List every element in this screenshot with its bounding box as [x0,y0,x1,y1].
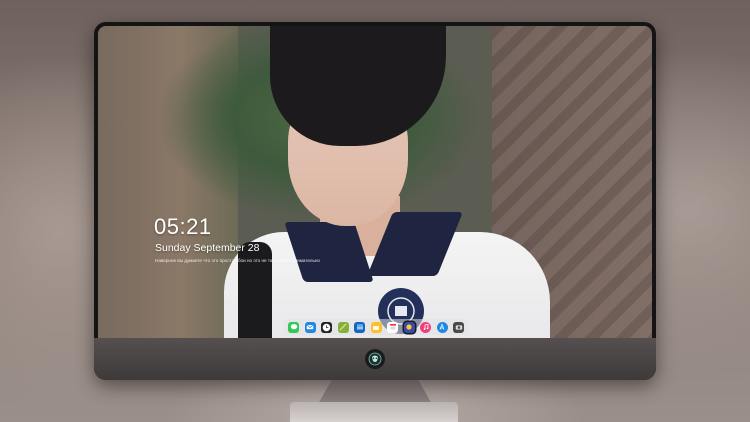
monitor-stand-neck [318,380,432,404]
messages-icon[interactable] [288,321,299,333]
wallpaper-backpack-strap [238,242,272,338]
maps-icon[interactable] [337,321,349,333]
videos-icon[interactable] [354,321,365,333]
notes-icon[interactable] [370,321,382,333]
brand-logo-icon [365,349,385,369]
monitor-stand-base [290,402,458,422]
app-store-icon[interactable] [436,321,448,333]
dock [284,319,468,335]
clock-icon[interactable] [321,321,332,333]
lock-screen[interactable]: 05:21 Sunday September 28 Наверное вы ду… [98,26,652,338]
calendar-icon[interactable] [387,321,398,333]
monitor: 05:21 Sunday September 28 Наверное вы ду… [94,22,656,380]
itunes-icon[interactable] [420,321,431,333]
camera-icon[interactable] [453,321,464,333]
monitor-chin [94,338,656,380]
lock-screen-clock: 05:21 [154,214,212,239]
photos-icon[interactable] [403,321,415,333]
lock-screen-date: Sunday September 28 [155,242,260,254]
lock-screen-quote: Наверное вы думаете что это просто обои … [155,258,320,263]
mail-icon[interactable] [304,321,316,333]
